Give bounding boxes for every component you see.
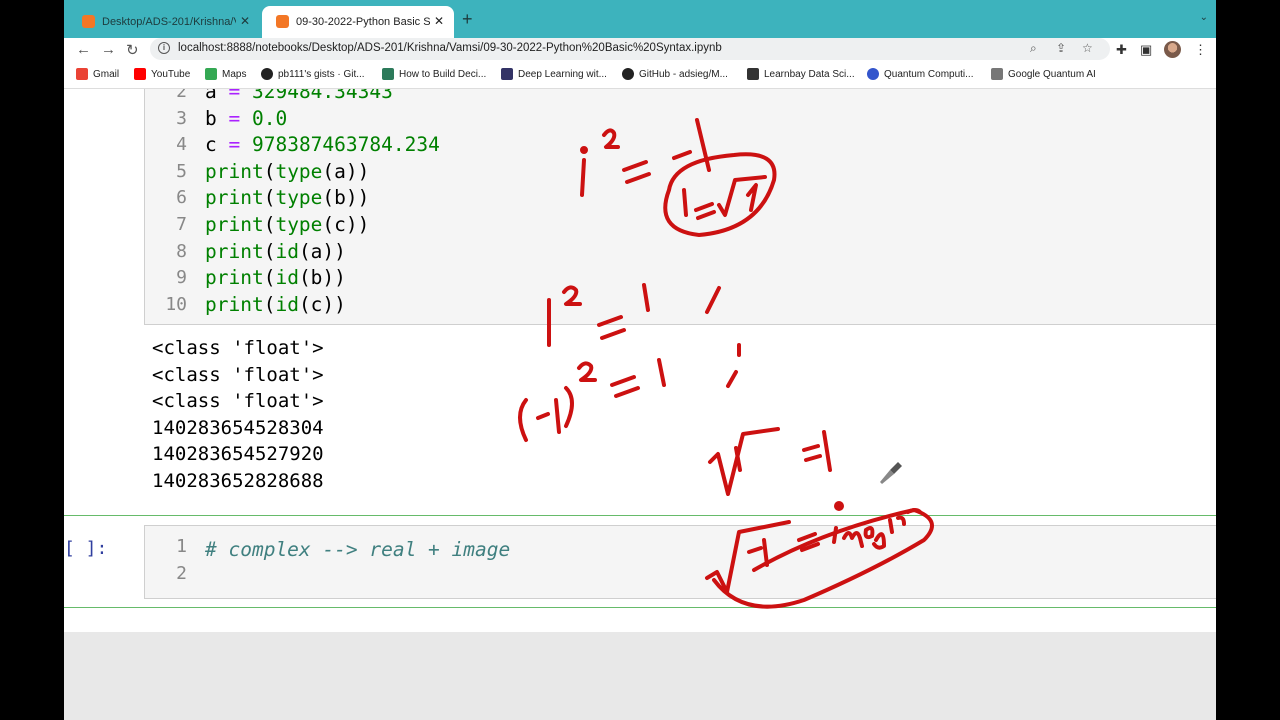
pen-annotations <box>518 118 934 609</box>
screen: Desktop/ADS-201/Krishna/Vamsi/ ✕ 09-30-2… <box>64 0 1216 720</box>
pen-cursor-icon <box>880 462 902 484</box>
